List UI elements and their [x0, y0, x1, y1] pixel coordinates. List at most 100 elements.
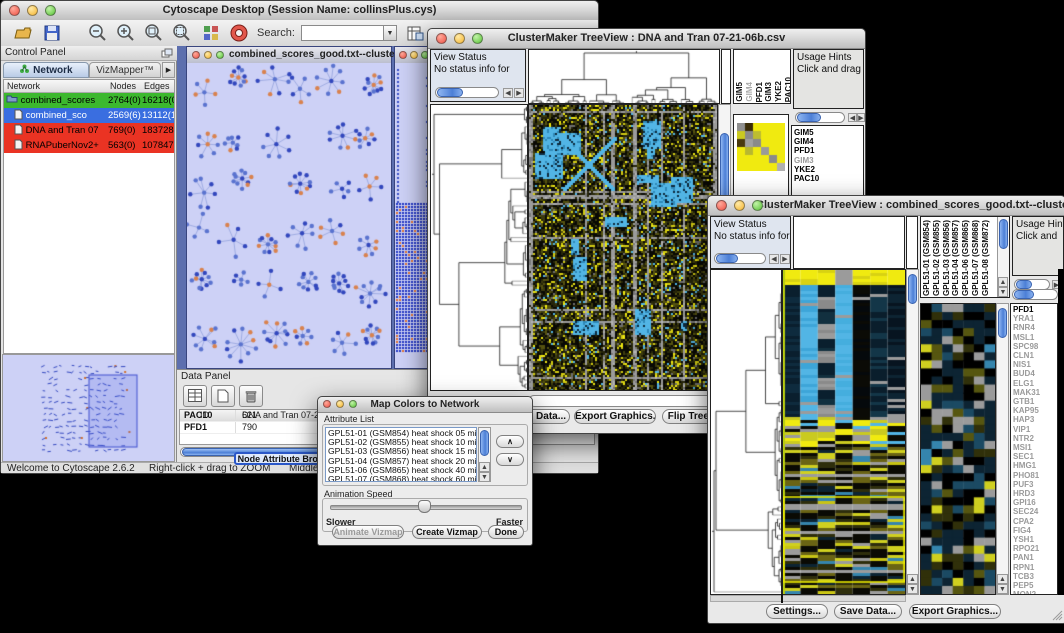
network-row[interactable]: DNA and Tran 07769(0)183728(0) — [4, 123, 174, 138]
network-row[interactable]: combined_scores2764(0)16218(0) — [4, 93, 174, 108]
minimize-button[interactable] — [734, 200, 745, 211]
tv2-labels-scrollbar[interactable]: ▲ ▼ — [997, 217, 1009, 297]
gene-label[interactable]: GPI16 — [1011, 498, 1057, 507]
array-label[interactable]: GPL51-04 (GSM857) — [951, 220, 961, 296]
zoom-fit-icon[interactable] — [171, 23, 193, 43]
delete-attribute-button[interactable] — [239, 385, 263, 407]
zoom-heatmap-canvas[interactable] — [921, 304, 995, 594]
network-row[interactable]: combined_sco2569(6)13112(15) — [4, 108, 174, 123]
zoom-button[interactable] — [216, 51, 224, 59]
create-attribute-button[interactable] — [211, 385, 235, 407]
zoom-in-icon[interactable] — [115, 23, 137, 43]
close-button[interactable] — [716, 200, 727, 211]
speed-slider-thumb[interactable] — [418, 500, 431, 513]
attribute-select-button[interactable] — [183, 385, 207, 407]
move-up-button[interactable]: ∧ — [496, 435, 524, 448]
gene-label[interactable]: RPO21 — [1011, 544, 1057, 553]
tab-network[interactable]: Network — [3, 62, 89, 78]
gene-label[interactable]: SEC1 — [1011, 452, 1057, 461]
tv2-genes-hscroll[interactable] — [1012, 289, 1058, 300]
gene-label[interactable]: PFD1 — [1011, 305, 1057, 314]
gene-label[interactable]: BUD4 — [1011, 369, 1057, 378]
save-session-icon[interactable] — [43, 24, 61, 42]
export-graphics-button[interactable]: Export Graphics... — [909, 604, 1001, 619]
scroll-down-button[interactable]: ▼ — [907, 584, 918, 594]
gene-label[interactable]: GIM3 — [792, 156, 863, 165]
scroll-down-button[interactable]: ▼ — [997, 584, 1008, 594]
scroll-left-button[interactable]: ◀ — [848, 113, 857, 122]
scroll-down-button[interactable]: ▼ — [479, 472, 490, 482]
tv2-array-tree[interactable] — [793, 216, 905, 269]
minimize-button[interactable] — [336, 400, 344, 408]
open-session-icon[interactable] — [13, 24, 33, 42]
gene-label[interactable]: GIM5 — [792, 128, 863, 137]
plugin-icon[interactable] — [201, 23, 221, 43]
search-dropdown-button[interactable]: ▼ — [383, 25, 397, 41]
scroll-right-button[interactable]: ▶ — [514, 88, 524, 98]
gene-label[interactable]: GTB1 — [1011, 397, 1057, 406]
zoom-heatmap-canvas[interactable] — [737, 123, 785, 171]
done-button[interactable]: Done — [488, 525, 524, 539]
close-button[interactable] — [436, 33, 447, 44]
gene-label[interactable]: GIM4 — [792, 137, 863, 146]
scroll-thumb[interactable] — [999, 219, 1008, 249]
network-view-titlebar[interactable]: combined_scores_good.txt--cluste... — [187, 47, 391, 64]
close-button[interactable] — [399, 51, 407, 59]
scroll-right-button[interactable]: ▶ — [780, 254, 790, 264]
array-label[interactable]: GPL51-07 (GSM868) — [971, 220, 981, 296]
gene-label[interactable]: HMG1 — [1011, 461, 1057, 470]
scroll-thumb[interactable] — [797, 113, 821, 122]
resize-grip[interactable] — [1051, 609, 1063, 621]
array-label[interactable]: GPL51-03 (GSM856) — [942, 220, 952, 296]
gene-label[interactable]: PAC10 — [792, 174, 863, 183]
scroll-up-button[interactable]: ▲ — [997, 574, 1008, 584]
gene-label[interactable]: NIS1 — [1011, 360, 1057, 369]
scroll-left-button[interactable]: ◀ — [769, 254, 779, 264]
gene-label[interactable]: NTR2 — [1011, 434, 1057, 443]
array-label[interactable]: PAC10 — [784, 77, 791, 102]
tv2-zoom-vscrollbar[interactable]: ▲ ▼ — [996, 303, 1009, 595]
gene-dendrogram-canvas[interactable] — [711, 270, 781, 594]
close-button[interactable] — [192, 51, 200, 59]
birdseye-view[interactable] — [2, 354, 175, 462]
gene-label[interactable]: PAN1 — [1011, 553, 1057, 562]
tv2-gene-tree[interactable] — [710, 269, 782, 595]
gene-label[interactable]: ELG1 — [1011, 379, 1057, 388]
tv1-global-heatmap[interactable] — [528, 104, 718, 391]
array-label[interactable]: GPL51-06 (GSM865) — [961, 220, 971, 296]
array-label[interactable]: GPL51-01 (GSM854) — [922, 220, 932, 296]
gene-label[interactable]: TCB3 — [1011, 572, 1057, 581]
search-input[interactable] — [301, 25, 385, 41]
gene-label[interactable]: SEC24 — [1011, 507, 1057, 516]
zoom-button[interactable] — [45, 5, 56, 16]
float-panel-icon[interactable] — [161, 48, 173, 59]
scroll-thumb[interactable] — [998, 308, 1007, 338]
close-button[interactable] — [9, 5, 20, 16]
help-lifesaver-icon[interactable] — [229, 23, 249, 43]
col-edges[interactable]: Edges — [144, 81, 170, 91]
attribute-item[interactable]: GPL51-07 (GSM868) heat shock 60 min — [328, 475, 474, 482]
col-network[interactable]: Network — [7, 81, 40, 91]
zoom-out-icon[interactable] — [87, 23, 109, 43]
import-attributes-icon[interactable] — [405, 23, 425, 43]
scroll-up-button[interactable]: ▲ — [479, 462, 490, 472]
settings-button[interactable]: Settings... — [766, 604, 828, 619]
scroll-thumb[interactable] — [437, 88, 463, 97]
tv2-global-heatmap[interactable] — [782, 269, 906, 595]
array-label[interactable]: GIM4 — [745, 82, 755, 102]
array-label[interactable]: YKE2 — [774, 81, 784, 102]
tv2-zoom-panel[interactable] — [920, 303, 996, 595]
minimize-button[interactable] — [27, 5, 38, 16]
zoom-selected-icon[interactable] — [143, 23, 165, 43]
gene-label[interactable]: MAK31 — [1011, 388, 1057, 397]
gene-label[interactable]: KAP95 — [1011, 406, 1057, 415]
gene-label[interactable]: RPN1 — [1011, 563, 1057, 572]
scroll-up-button[interactable]: ▲ — [998, 277, 1008, 287]
gene-label[interactable]: PHO81 — [1011, 471, 1057, 480]
scroll-right-button[interactable]: ▶ — [857, 113, 865, 122]
gene-label[interactable]: CPA2 — [1011, 517, 1057, 526]
array-label[interactable]: GIM5 — [735, 82, 745, 102]
tv2-status-hscroll[interactable] — [714, 253, 766, 264]
gene-label[interactable]: YKE2 — [792, 165, 863, 174]
array-label[interactable]: GPL51-02 (GSM855) — [932, 220, 942, 296]
